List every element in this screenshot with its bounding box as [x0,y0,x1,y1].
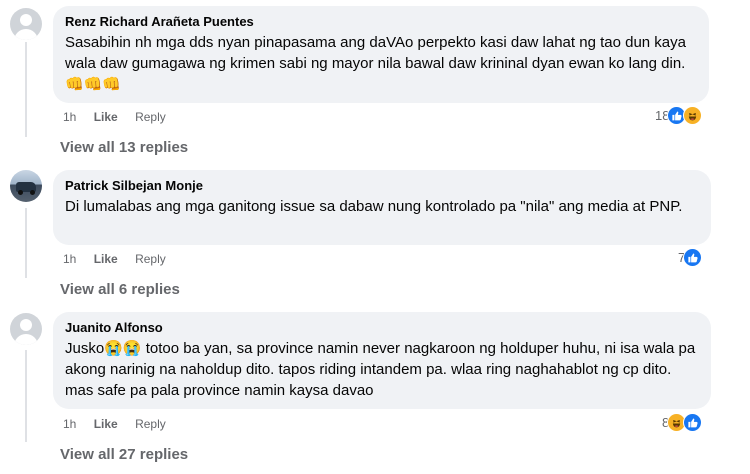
avatar[interactable] [10,313,42,345]
like-button[interactable]: Like [94,110,118,124]
avatar-default-body [14,29,38,40]
comment-bubble: Renz Richard Arañeta Puentes Sasabihin n… [53,6,709,103]
avatar-default-head [20,14,32,26]
comment-bubble: Juanito Alfonso Jusko😭😭 totoo ba yan, sa… [53,312,711,409]
avatar[interactable] [10,170,42,202]
avatar-photo-wheel [30,190,35,195]
avatar-default-head [20,319,32,331]
view-replies-link[interactable]: View all 27 replies [60,445,188,465]
comment-bubble: Patrick Silbejan Monje Di lumalabas ang … [53,170,711,245]
reply-button[interactable]: Reply [135,417,166,431]
like-button[interactable]: Like [94,417,118,431]
comment-text: Jusko😭😭 totoo ba yan, sa province namin … [65,340,696,399]
comment-time[interactable]: 1h [63,110,76,124]
comment-actions: 1h Like Reply [63,416,180,432]
comment-author[interactable]: Patrick Silbejan Monje [65,177,699,194]
reply-button[interactable]: Reply [135,252,166,266]
like-icon [683,413,703,432]
view-replies-link[interactable]: View all 13 replies [60,138,188,158]
avatar-default-body [14,334,38,345]
comment-time[interactable]: 1h [63,417,76,431]
comment-actions: 1h Like Reply [63,251,180,267]
like-icon [683,248,703,267]
avatar[interactable] [10,8,42,40]
thread-line [25,42,27,137]
comment-actions: 1h Like Reply [63,109,180,125]
comment-author[interactable]: Renz Richard Arañeta Puentes [65,13,697,30]
comment-text: Sasabihin nh mga dds nyan pinapasama ang… [65,34,686,93]
comment-text: Di lumalabas ang mga ganitong issue sa d… [65,198,683,215]
view-replies-link[interactable]: View all 6 replies [60,280,180,300]
thread-line [25,208,27,278]
reply-button[interactable]: Reply [135,110,166,124]
reaction-summary[interactable]: 8 [662,413,703,432]
reaction-summary[interactable]: 18 [655,106,703,125]
haha-icon [683,106,703,125]
thread-line [25,350,27,442]
like-button[interactable]: Like [94,252,118,266]
reaction-summary[interactable]: 7 [678,248,703,267]
comment-time[interactable]: 1h [63,252,76,266]
comment-author[interactable]: Juanito Alfonso [65,319,699,336]
avatar-photo-wheel [18,190,23,195]
